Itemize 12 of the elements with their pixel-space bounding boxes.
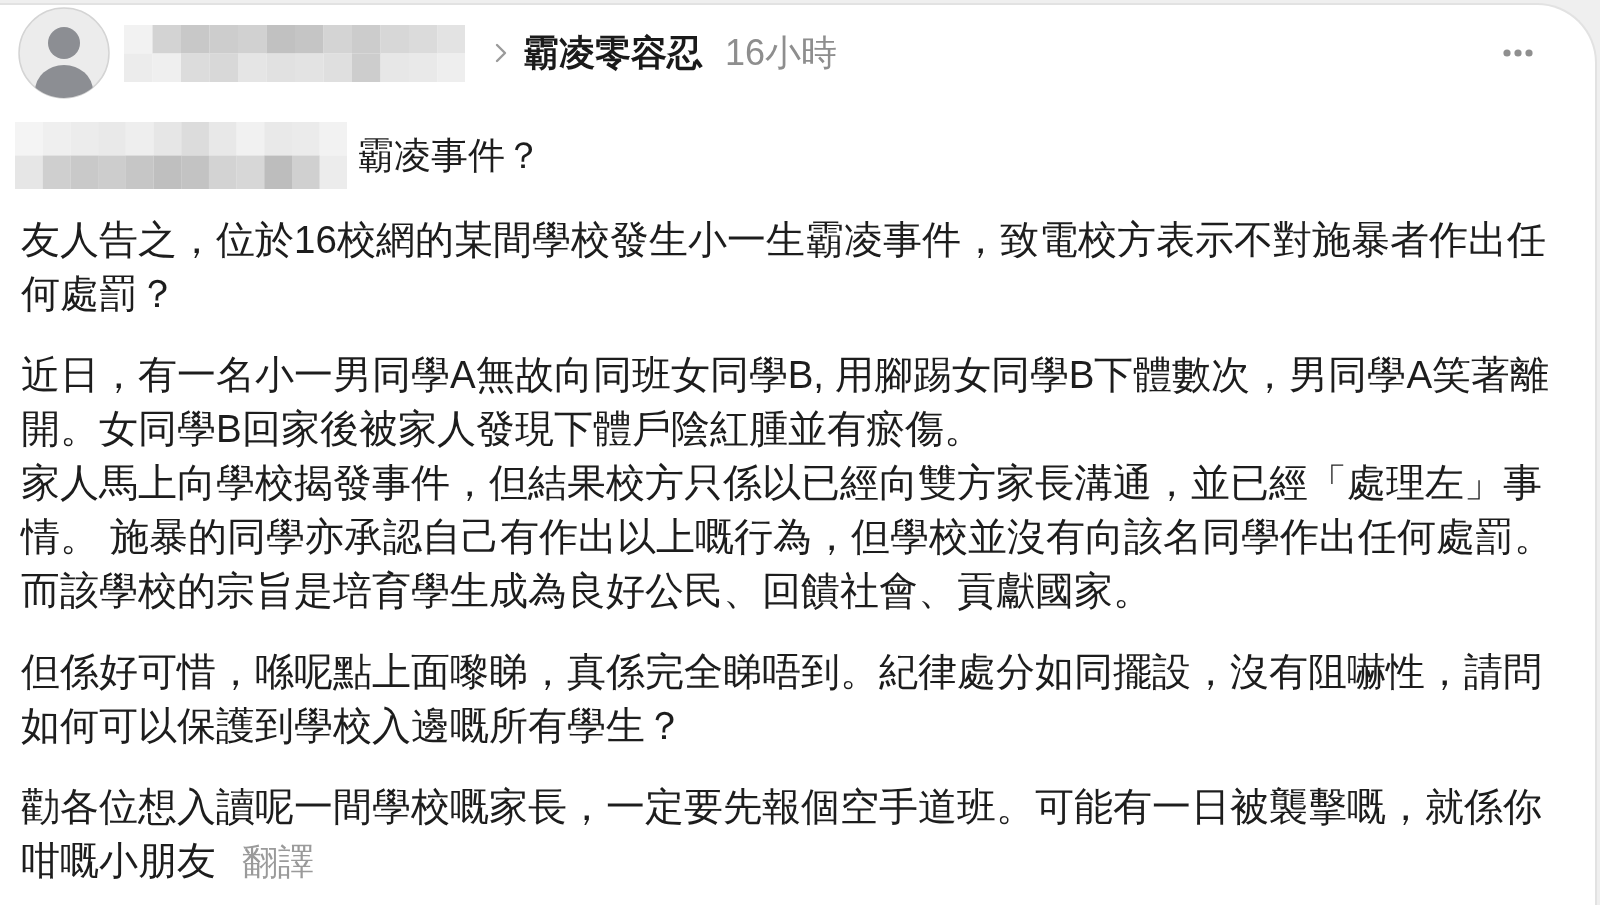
post-text: 近日，有一名小一男同學A無故向同班女同學B, 用腳踢女同學B下體數次，男同學A笑著離開。女同學B回家後被家人發現下體戶陰紅腫並有瘀傷。 (21, 352, 1551, 452)
post-text: 而該學校的宗旨是培育學生成為良好公民、回饋社會、貢獻國家。 (21, 568, 1153, 614)
post-text: 但係好可惜，喺呢點上面嚟睇，真係完全睇唔到。紀律處分如同擺設，沒有阻嚇性，請問如何可以保護到學校入邊嘅所有學生？ (21, 649, 1543, 749)
post-title: 霸凌事件？ (357, 133, 542, 178)
post-text: 友人告之，位於16校網的某間學校發生小一生霸凌事件，致電校方表示不對施暴者作出任何處罰？ (21, 217, 1547, 317)
community-link[interactable]: 霸凌零容忍 (523, 28, 703, 78)
chevron-right-icon (495, 43, 507, 63)
post-text: 家人馬上向學校揭發事件，但結果校方只係以已經向雙方家長溝通，並已經「處理左」事情。 施暴的同學亦承認自己有作出以上嘅行為，但學校並沒有向該名同學作出任何處罰。 (21, 460, 1554, 560)
more-icon[interactable] (1503, 49, 1533, 57)
post-text: 勸各位想入讀呢一間學校嘅家長，一定要先報個空手道班。可能有一日被襲擊嘅，就係你咁嘅小朋友 翻譯 (21, 784, 1543, 884)
avatar-icon[interactable] (18, 7, 110, 99)
post-time: 16小時 (725, 30, 838, 75)
